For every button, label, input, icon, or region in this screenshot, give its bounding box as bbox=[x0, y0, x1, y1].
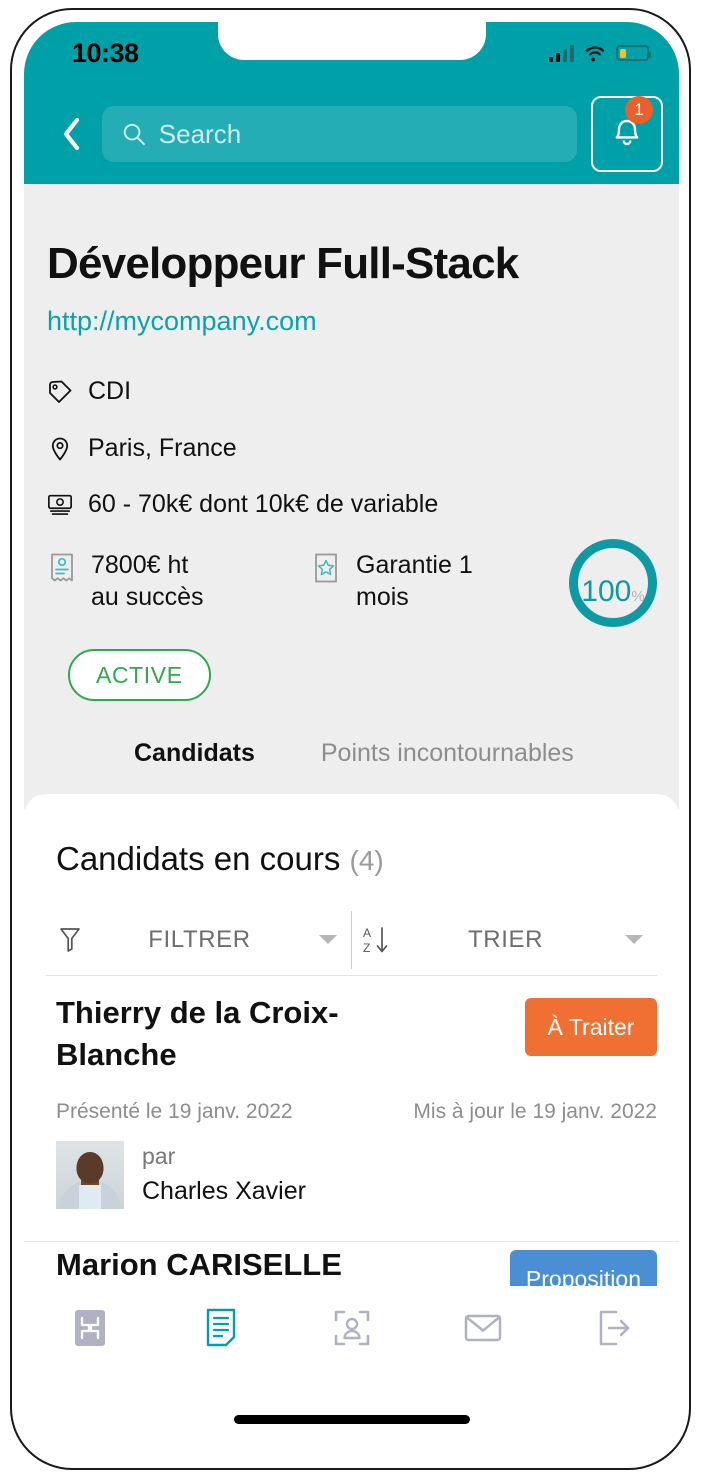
candidate-card[interactable]: Thierry de la Croix-Blanche À Traiter Pr… bbox=[24, 992, 679, 1242]
cellular-signal-icon bbox=[548, 44, 574, 62]
tab-points-incontournables[interactable]: Points incontournables bbox=[321, 739, 574, 768]
notifications-button[interactable]: 1 bbox=[591, 96, 663, 172]
nav-messages-button[interactable] bbox=[448, 1298, 518, 1358]
job-guarantee-text: Garantie 1 mois bbox=[356, 549, 473, 613]
recruiter-text: par Charles Xavier bbox=[142, 1140, 306, 1210]
mail-icon bbox=[464, 1314, 501, 1342]
job-score-value: 100 bbox=[581, 575, 632, 608]
home-indicator-bar bbox=[233, 1415, 470, 1424]
job-tabs: Candidats Points incontournables bbox=[24, 739, 679, 768]
back-button[interactable] bbox=[54, 112, 88, 156]
candidates-count: (4) bbox=[349, 845, 384, 876]
filter-dropdown[interactable]: FILTRER bbox=[46, 926, 351, 954]
document-icon bbox=[206, 1308, 235, 1347]
job-guarantee-line2: mois bbox=[356, 583, 409, 611]
receipt-icon bbox=[47, 552, 77, 586]
sort-label: TRIER bbox=[468, 925, 543, 953]
app-header: 10:38 Search 1 bbox=[24, 22, 679, 184]
job-company-url[interactable]: http://mycompany.com bbox=[47, 306, 317, 337]
job-contract-label: CDI bbox=[88, 377, 132, 405]
caret-down-icon bbox=[611, 935, 657, 944]
svg-text:A: A bbox=[363, 926, 371, 940]
recruiter-prefix: par bbox=[142, 1143, 176, 1169]
sort-az-icon: A Z bbox=[352, 924, 400, 956]
job-salary-row: 60 - 70k€ dont 10k€ de variable bbox=[47, 490, 438, 519]
nav-candidates-button[interactable] bbox=[317, 1298, 387, 1358]
nav-dashboard-button[interactable] bbox=[55, 1298, 125, 1358]
search-icon bbox=[123, 123, 145, 146]
candidate-scan-icon bbox=[334, 1310, 369, 1346]
status-icons bbox=[548, 44, 651, 62]
job-fee-block: 7800€ ht au succès bbox=[47, 549, 204, 613]
tag-icon bbox=[47, 379, 73, 405]
job-fee-text: 7800€ ht au succès bbox=[91, 549, 204, 613]
dashboard-icon bbox=[74, 1310, 105, 1346]
job-fee-line1: 7800€ ht bbox=[91, 551, 189, 579]
job-title: Développeur Full-Stack bbox=[47, 239, 519, 288]
map-pin-icon bbox=[47, 436, 73, 462]
filter-sort-bar: FILTRER A Z TRIER bbox=[46, 904, 657, 976]
nav-documents-button[interactable] bbox=[186, 1298, 256, 1358]
candidate-name: Marion CARISELLE bbox=[56, 1247, 342, 1282]
phone-screen: 10:38 Search 1 Développeur Full-Stack ht… bbox=[24, 22, 679, 1458]
wifi-icon bbox=[585, 46, 605, 62]
candidate-name: Thierry de la Croix-Blanche bbox=[56, 995, 339, 1072]
job-location-label: Paris, France bbox=[88, 434, 237, 462]
tab-candidats[interactable]: Candidats bbox=[134, 739, 255, 768]
caret-down-icon bbox=[305, 935, 351, 944]
search-box[interactable] bbox=[102, 106, 577, 162]
svg-text:Z: Z bbox=[363, 941, 370, 955]
candidate-recruiter: par Charles Xavier bbox=[56, 1140, 306, 1210]
status-badge[interactable]: ACTIVE bbox=[68, 649, 211, 701]
job-guarantee-block: Garantie 1 mois bbox=[312, 549, 473, 613]
money-icon bbox=[47, 492, 73, 518]
candidate-status-button[interactable]: À Traiter bbox=[525, 998, 657, 1056]
job-score-circle: 100 % bbox=[569, 539, 657, 627]
job-guarantee-line1: Garantie 1 bbox=[356, 551, 473, 579]
job-score-unit: % bbox=[631, 588, 645, 605]
recruiter-name: Charles Xavier bbox=[142, 1177, 306, 1206]
job-contract-row: CDI bbox=[47, 377, 131, 406]
notification-badge: 1 bbox=[625, 96, 653, 124]
funnel-icon bbox=[46, 926, 94, 954]
phone-frame: 10:38 Search 1 Développeur Full-Stack ht… bbox=[10, 8, 691, 1470]
bottom-navigation bbox=[24, 1286, 679, 1370]
status-time: 10:38 bbox=[72, 37, 139, 68]
header-search-row: 1 bbox=[24, 96, 679, 172]
certificate-star-icon bbox=[312, 552, 342, 586]
candidate-presented-date: Présenté le 19 janv. 2022 bbox=[56, 1100, 293, 1123]
job-location-row: Paris, France bbox=[47, 434, 237, 463]
candidates-heading: Candidats en cours (4) bbox=[56, 840, 384, 878]
phone-notch bbox=[217, 22, 486, 60]
search-input[interactable] bbox=[158, 118, 557, 150]
filter-label: FILTRER bbox=[148, 925, 251, 953]
recruiter-avatar bbox=[56, 1140, 124, 1209]
job-detail-panel: Développeur Full-Stack http://mycompany.… bbox=[24, 184, 679, 809]
battery-low-icon bbox=[616, 45, 651, 61]
candidate-updated-date: Mis à jour le 19 janv. 2022 bbox=[413, 1100, 657, 1123]
job-salary-label: 60 - 70k€ dont 10k€ de variable bbox=[88, 490, 439, 518]
nav-logout-button[interactable] bbox=[579, 1298, 649, 1358]
candidates-panel: Candidats en cours (4) FILTRER A Z TRIER… bbox=[24, 794, 679, 1349]
job-fee-line2: au succès bbox=[91, 583, 204, 611]
logout-icon bbox=[599, 1310, 629, 1346]
sort-dropdown[interactable]: A Z TRIER bbox=[352, 924, 657, 956]
candidates-heading-label: Candidats en cours bbox=[56, 840, 341, 877]
